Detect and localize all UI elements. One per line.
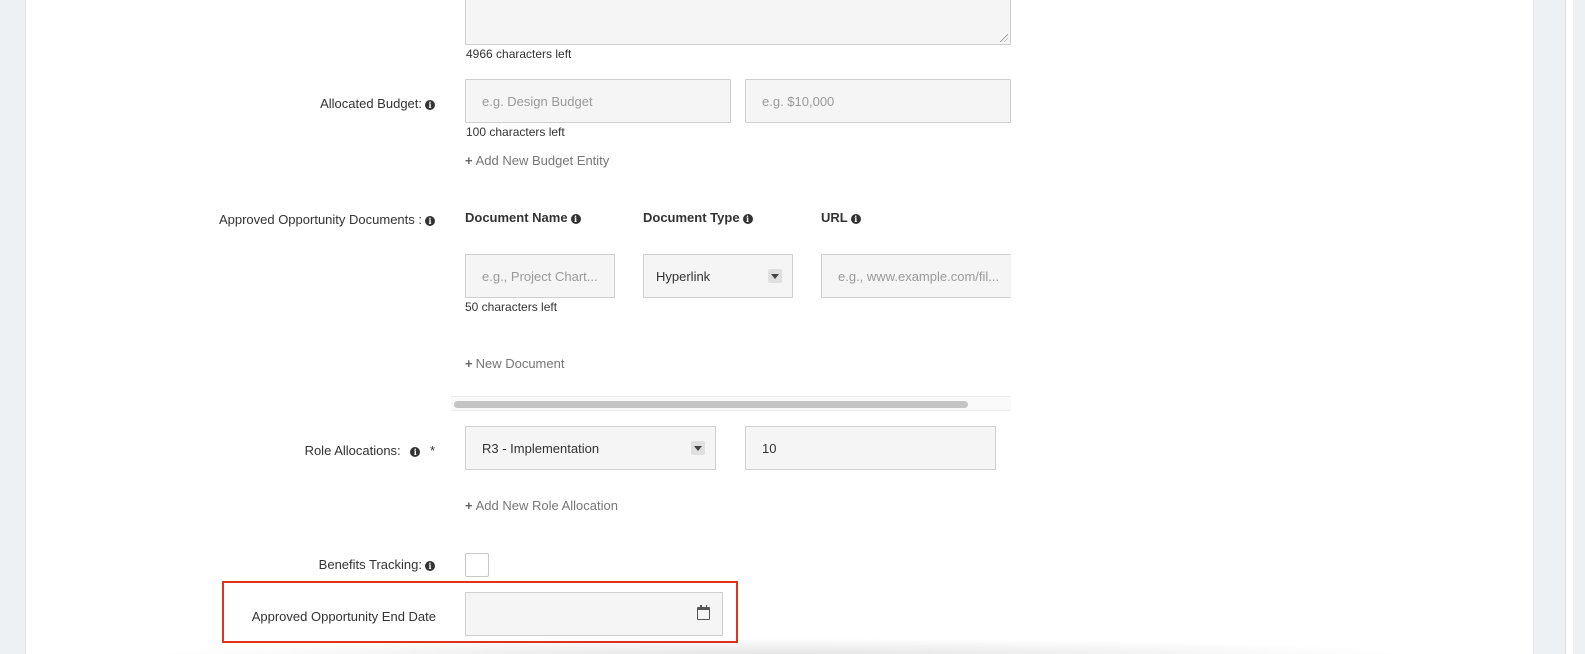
info-icon[interactable]: i bbox=[425, 99, 435, 110]
url-header: URL i bbox=[821, 210, 861, 225]
calendar-icon[interactable] bbox=[697, 605, 710, 620]
allocated-budget-label: Allocated Budget: i bbox=[320, 96, 435, 111]
document-type-value: Hyperlink bbox=[656, 268, 711, 284]
budget-entity-input[interactable]: e.g. Design Budget bbox=[465, 79, 731, 123]
info-icon[interactable]: i bbox=[742, 213, 753, 224]
plus-icon: + bbox=[465, 356, 473, 371]
documents-horizontal-scrollbar[interactable] bbox=[451, 396, 1011, 411]
document-url-placeholder: e.g., www.example.com/fil... bbox=[838, 268, 1000, 284]
description-textarea[interactable] bbox=[465, 0, 1011, 45]
page-scrollbar[interactable] bbox=[1565, 0, 1573, 654]
new-document-label: New Document bbox=[475, 356, 565, 371]
document-url-input[interactable]: e.g., www.example.com/fil... bbox=[821, 254, 1011, 298]
role-count-value: 10 bbox=[762, 440, 777, 456]
documents-label-text: Approved Opportunity Documents : bbox=[218, 212, 422, 227]
add-budget-entity-label: Add New Budget Entity bbox=[475, 153, 610, 168]
chevron-down-icon[interactable] bbox=[691, 441, 705, 455]
benefits-tracking-checkbox[interactable] bbox=[465, 553, 489, 577]
role-select-value: R3 - Implementation bbox=[482, 440, 600, 456]
document-type-header: Document Type i bbox=[643, 210, 753, 225]
budget-char-counter: 100 characters left bbox=[466, 125, 565, 139]
document-name-header: Document Name i bbox=[465, 210, 581, 225]
plus-icon: + bbox=[465, 153, 473, 168]
benefits-tracking-label: Benefits Tracking: i bbox=[319, 557, 435, 572]
benefits-tracking-label-text: Benefits Tracking: bbox=[318, 557, 422, 572]
document-name-placeholder: e.g., Project Chart... bbox=[482, 268, 598, 284]
url-header-text: URL bbox=[821, 210, 848, 225]
document-type-select[interactable]: Hyperlink bbox=[643, 254, 793, 298]
add-role-allocation-link[interactable]: + Add New Role Allocation bbox=[465, 498, 618, 513]
info-icon[interactable]: i bbox=[425, 215, 435, 226]
document-name-header-text: Document Name bbox=[465, 210, 568, 225]
required-asterisk: * bbox=[429, 443, 435, 458]
budget-entity-placeholder: e.g. Design Budget bbox=[482, 93, 593, 109]
budget-amount-placeholder: e.g. $10,000 bbox=[762, 93, 835, 109]
documents-label: Approved Opportunity Documents :i bbox=[219, 212, 435, 227]
footer-shadow bbox=[150, 638, 1410, 654]
budget-amount-input[interactable]: e.g. $10,000 bbox=[745, 79, 1011, 123]
add-budget-entity-link[interactable]: + Add New Budget Entity bbox=[465, 153, 609, 168]
info-icon[interactable]: i bbox=[425, 560, 435, 571]
chevron-down-icon[interactable] bbox=[768, 269, 782, 283]
resize-handle[interactable] bbox=[1000, 34, 1008, 42]
document-name-input[interactable]: e.g., Project Chart... bbox=[465, 254, 615, 298]
info-icon[interactable]: i bbox=[850, 213, 861, 224]
role-allocations-label-text: Role Allocations: bbox=[304, 443, 401, 458]
end-date-input[interactable] bbox=[465, 592, 723, 636]
plus-icon: + bbox=[465, 498, 473, 513]
new-document-link[interactable]: + New Document bbox=[465, 356, 564, 371]
role-allocations-label: Role Allocations: i * bbox=[305, 443, 435, 458]
scrollbar-thumb[interactable] bbox=[454, 401, 968, 408]
document-name-char-counter: 50 characters left bbox=[465, 300, 558, 314]
info-icon[interactable]: i bbox=[570, 213, 581, 224]
allocated-budget-label-text: Allocated Budget: bbox=[320, 96, 422, 111]
document-type-header-text: Document Type bbox=[643, 210, 740, 225]
role-select[interactable]: R3 - Implementation bbox=[465, 426, 716, 470]
info-icon[interactable]: i bbox=[410, 446, 421, 457]
end-date-label: Approved Opportunity End Date bbox=[251, 609, 436, 624]
role-count-input[interactable]: 10 bbox=[745, 426, 996, 470]
description-char-counter: 4966 characters left bbox=[466, 47, 572, 61]
add-role-allocation-label: Add New Role Allocation bbox=[475, 498, 618, 513]
